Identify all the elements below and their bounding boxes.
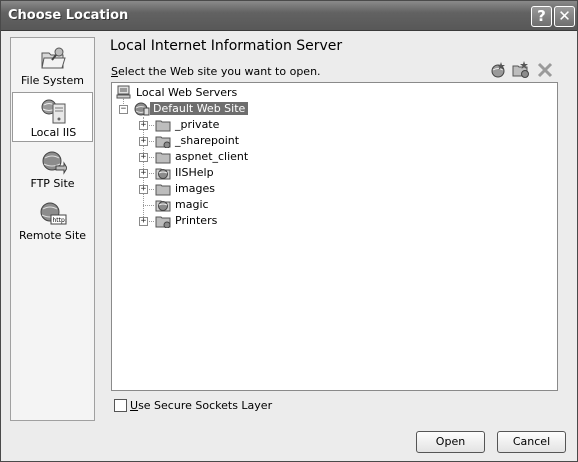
collapse-toggle[interactable]: − <box>119 105 128 114</box>
close-button[interactable]: ✕ <box>554 6 575 27</box>
tree-connector <box>143 205 154 206</box>
open-button[interactable]: Open <box>416 431 485 453</box>
location-type-sidebar: File System Local IIS FTP Site http: Rem… <box>10 37 95 421</box>
computer-icon <box>116 85 131 99</box>
tree-node-label: images <box>175 182 215 195</box>
title-bar[interactable]: Choose Location ? ✕ <box>1 1 577 31</box>
expand-toggle[interactable]: + <box>139 137 148 146</box>
web-app-icon <box>155 168 171 180</box>
cancel-button[interactable]: Cancel <box>497 431 566 453</box>
sidebar-item-remote-site[interactable]: http: Remote Site <box>12 196 93 246</box>
create-virtual-directory-icon[interactable] <box>512 61 530 79</box>
tree-node-label: Default Web Site <box>150 102 249 115</box>
tree-connector <box>149 125 154 126</box>
tree-node-default-web-site[interactable]: − Default Web Site <box>112 101 332 117</box>
tree-node-printers[interactable]: + Printers <box>112 213 332 229</box>
tree-node-label: Printers <box>175 214 218 227</box>
folder-icon <box>155 152 171 164</box>
tree-node-magic[interactable]: magic <box>112 197 332 213</box>
tree-node-images[interactable]: + images <box>112 181 332 197</box>
tree-node-label: _private <box>175 118 220 131</box>
ssl-checkbox[interactable] <box>114 399 127 412</box>
virtual-folder-icon <box>155 136 171 148</box>
expand-toggle[interactable]: + <box>139 121 148 130</box>
sidebar-item-file-system[interactable]: File System <box>12 41 93 91</box>
delete-icon[interactable] <box>536 61 554 79</box>
tree-node-label: Local Web Servers <box>136 86 238 99</box>
ftp-globe-icon <box>42 151 67 175</box>
choose-location-dialog: Choose Location ? ✕ File System Local II… <box>0 0 578 462</box>
tree-node-label: aspnet_client <box>175 150 249 163</box>
web-app-icon <box>155 200 171 212</box>
expand-toggle[interactable]: + <box>139 153 148 162</box>
tree-connector <box>149 157 154 158</box>
tree-node-label: magic <box>175 198 209 211</box>
page-title: Local Internet Information Server <box>110 38 343 54</box>
tree-node-sharepoint[interactable]: + _sharepoint <box>112 133 332 149</box>
instruction-text: Select the Web site you want to open. <box>111 65 321 78</box>
tree-connector <box>149 221 154 222</box>
sidebar-item-label: FTP Site <box>30 177 75 190</box>
http-globe-icon: http: <box>40 202 67 225</box>
tree-node-label: IISHelp <box>175 166 214 179</box>
folder-icon <box>41 47 66 69</box>
tree-connector <box>149 173 154 174</box>
help-button[interactable]: ? <box>531 6 552 27</box>
tree-connector <box>149 141 154 142</box>
window-title: Choose Location <box>8 8 129 23</box>
tree-connector <box>149 189 154 190</box>
web-site-tree[interactable]: Local Web Servers − Default Web Site + _… <box>111 82 558 391</box>
create-web-application-icon[interactable] <box>489 61 507 79</box>
tree-node-iishelp[interactable]: + IISHelp <box>112 165 332 181</box>
expand-toggle[interactable]: + <box>139 217 148 226</box>
ssl-checkbox-label[interactable]: Use Secure Sockets Layer <box>130 399 272 412</box>
expand-toggle[interactable]: + <box>139 169 148 178</box>
sidebar-item-label: File System <box>21 74 84 87</box>
sidebar-item-local-iis[interactable]: Local IIS <box>12 92 93 142</box>
tree-node-local-web-servers[interactable]: Local Web Servers <box>116 85 316 101</box>
tree-node-aspnet-client[interactable]: + aspnet_client <box>112 149 332 165</box>
folder-icon <box>155 184 171 196</box>
expand-toggle[interactable]: + <box>139 185 148 194</box>
server-icon <box>41 99 66 124</box>
sidebar-item-ftp-site[interactable]: FTP Site <box>12 144 93 194</box>
web-site-icon <box>134 102 150 116</box>
tree-node-private[interactable]: + _private <box>112 117 332 133</box>
svg-text:http:: http: <box>53 217 67 224</box>
tree-node-label: _sharepoint <box>175 134 240 147</box>
sidebar-item-label: Local IIS <box>30 126 77 139</box>
virtual-folder-icon <box>155 216 171 228</box>
sidebar-item-label: Remote Site <box>18 229 87 242</box>
folder-icon <box>155 120 171 132</box>
